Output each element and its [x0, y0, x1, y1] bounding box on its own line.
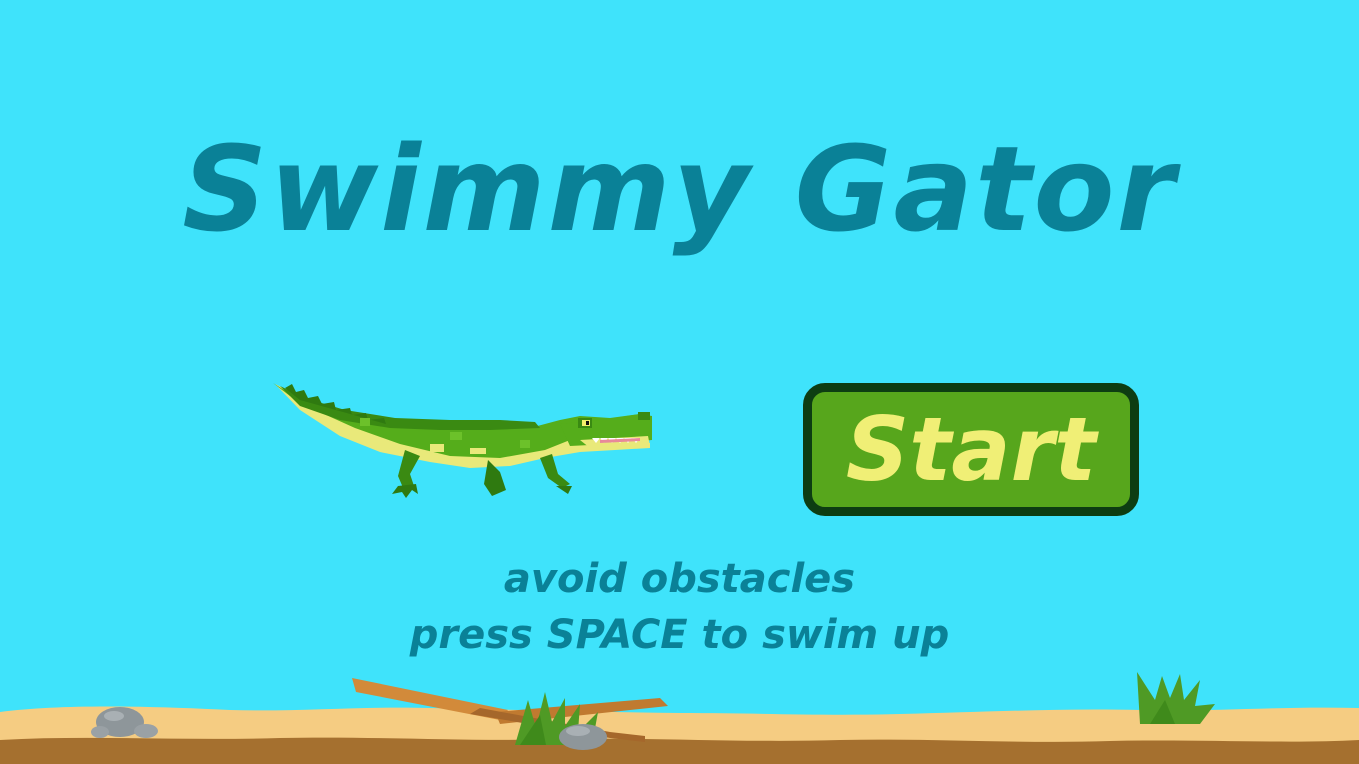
instruction-avoid-obstacles: avoid obstacles [503, 556, 856, 602]
gator-sprite [273, 383, 652, 498]
grass-tuft-icon [1137, 672, 1215, 724]
rock-icon [559, 724, 607, 750]
dirt-layer [0, 737, 1359, 764]
instruction-controls: press SPACE to swim up [409, 612, 950, 658]
game-title: Swimmy Gator [182, 120, 1177, 258]
start-button[interactable]: Start [803, 383, 1139, 516]
